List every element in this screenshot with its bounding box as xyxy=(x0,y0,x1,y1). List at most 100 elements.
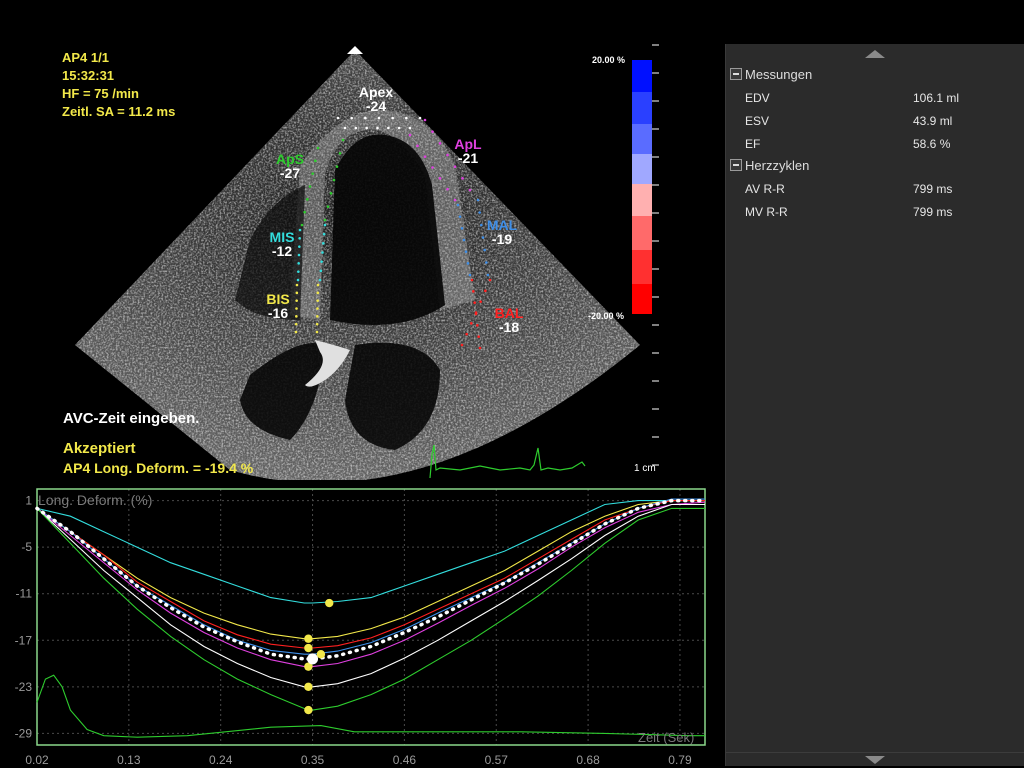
segment-name: BAL xyxy=(494,305,524,321)
tracking-dot xyxy=(456,203,460,207)
tracking-dot xyxy=(335,165,339,168)
tracking-dot xyxy=(453,165,457,168)
segment-bis[interactable]: BIS -16 xyxy=(256,292,300,320)
strain-chart[interactable]: 0.02 0.13 0.24 0.35 0.46 0.57 0.68 0.79 1 -5 -11 -1… xyxy=(0,486,720,768)
tracking-dot xyxy=(321,251,324,254)
tracking-dot xyxy=(405,116,408,120)
average-strain-series[interactable] xyxy=(35,498,707,661)
tracking-dot xyxy=(376,126,379,130)
tracking-dot xyxy=(322,232,326,236)
tracking-dot xyxy=(418,116,422,120)
y-tick-label: -17 xyxy=(15,633,33,647)
tracking-dot xyxy=(338,152,342,155)
tracking-dot xyxy=(308,185,312,188)
section-messungen[interactable]: Messungen xyxy=(730,66,812,84)
row-label-ef: EF xyxy=(745,137,761,151)
tracking-dot xyxy=(483,248,486,252)
tracking-dot xyxy=(438,142,442,145)
tracking-dot xyxy=(296,278,300,282)
tracking-dot xyxy=(294,322,298,326)
segment-name: MAL xyxy=(486,217,518,233)
segment-value: -27 xyxy=(279,165,301,181)
color-scale-min: -20.00 % xyxy=(588,311,625,321)
tracking-dot xyxy=(303,210,306,214)
scroll-up-icon[interactable] xyxy=(865,50,885,58)
segment-value: -24 xyxy=(365,98,387,114)
tracking-dot xyxy=(478,211,481,214)
tracking-dot xyxy=(316,291,320,295)
peak-marker[interactable] xyxy=(304,634,313,643)
segment-value: -21 xyxy=(457,150,479,166)
tracking-dot xyxy=(431,166,434,169)
tracking-dot xyxy=(468,188,472,192)
tracking-dot xyxy=(460,343,464,347)
tracking-dot xyxy=(315,330,319,334)
tracking-dot xyxy=(397,126,401,130)
tracking-dot xyxy=(476,324,479,327)
x-tick-label: 0.02 xyxy=(25,753,49,767)
segment-apl[interactable]: ApL -21 xyxy=(446,137,490,165)
strain-series[interactable] xyxy=(36,503,705,688)
tracking-dot xyxy=(466,262,470,265)
tracking-dot xyxy=(377,116,381,120)
peak-marker[interactable] xyxy=(307,653,319,665)
tracking-dot xyxy=(473,301,476,304)
tracking-dot xyxy=(295,283,299,287)
y-tick-label: 1 xyxy=(25,494,32,508)
tracking-dot xyxy=(320,260,323,263)
tracking-dot xyxy=(472,290,475,293)
tracking-dot xyxy=(438,177,442,180)
x-tick-label: 0.57 xyxy=(485,753,509,767)
y-tick-label: -11 xyxy=(16,587,33,601)
view-label: AP4 1/1 xyxy=(62,50,109,65)
tracking-dot xyxy=(341,138,345,142)
tracking-dot xyxy=(314,159,317,163)
x-tick-label: 0.79 xyxy=(668,753,692,767)
tracking-dot xyxy=(470,322,473,325)
tracking-dot xyxy=(453,198,457,202)
section-herzzyklen[interactable]: Herzzyklen xyxy=(730,157,809,175)
frame-interval-label: Zeitl. SA = 11.2 ms xyxy=(62,104,176,119)
segment-bal[interactable]: BAL -18 xyxy=(487,306,531,334)
scroll-down-icon[interactable] xyxy=(865,756,885,764)
peak-marker[interactable] xyxy=(325,598,334,608)
tracking-dot xyxy=(306,198,309,201)
tracking-dot xyxy=(464,250,468,253)
row-value-av-rr: 799 ms xyxy=(913,182,953,196)
section-title: Messungen xyxy=(745,67,813,82)
status-message: Akzeptiert xyxy=(63,440,136,457)
tracking-dot xyxy=(486,273,490,277)
tracking-dot xyxy=(474,311,478,314)
peak-marker[interactable] xyxy=(316,650,326,659)
row-value-mv-rr: 799 ms xyxy=(913,205,953,219)
segment-mal[interactable]: MAL -19 xyxy=(480,218,524,246)
peak-marker[interactable] xyxy=(304,682,313,692)
strain-series[interactable] xyxy=(36,500,705,640)
x-tick-label: 0.46 xyxy=(393,753,417,767)
peak-marker[interactable] xyxy=(304,705,313,715)
segment-name: ApS xyxy=(276,151,304,167)
strain-series[interactable] xyxy=(36,507,705,711)
tracking-dot xyxy=(488,278,492,282)
tracking-dot xyxy=(300,223,304,227)
tracking-dot xyxy=(478,346,482,350)
color-scale-max: 20.00 % xyxy=(592,55,626,65)
peak-marker[interactable] xyxy=(304,643,313,653)
collapse-icon[interactable] xyxy=(730,159,742,171)
collapse-icon[interactable] xyxy=(730,68,742,80)
segment-name: BIS xyxy=(266,291,290,307)
segment-aps[interactable]: ApS -27 xyxy=(268,152,312,180)
tracking-dot xyxy=(336,116,340,120)
prompt-message: AVC-Zeit eingeben. xyxy=(63,410,200,427)
tracking-dot xyxy=(316,315,319,318)
tracking-dot xyxy=(431,130,434,133)
tracking-dot xyxy=(326,205,330,208)
tracking-dot xyxy=(323,223,327,227)
row-value-ef: 58.6 % xyxy=(913,137,951,151)
x-tick-label: 0.35 xyxy=(301,753,325,767)
segment-mis[interactable]: MIS -12 xyxy=(260,230,304,258)
section-title: Herzzyklen xyxy=(745,158,810,173)
y-tick-label: -5 xyxy=(21,540,32,554)
tracking-dot xyxy=(476,198,480,202)
segment-apex[interactable]: Apex -24 xyxy=(348,85,404,113)
